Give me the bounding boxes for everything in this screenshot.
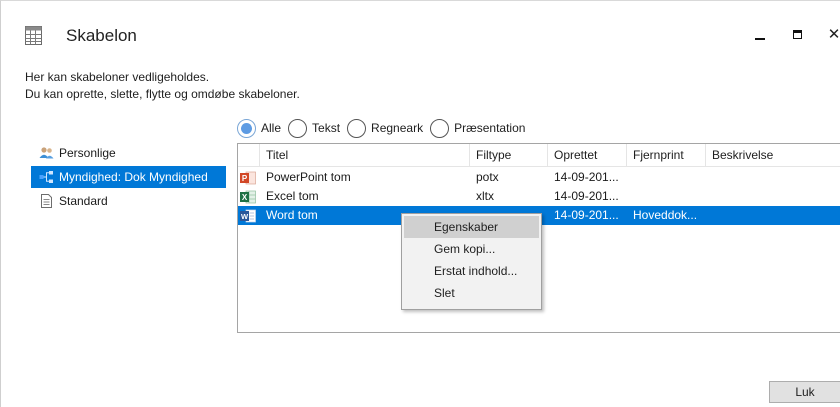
row-filetype: potx bbox=[476, 170, 499, 184]
column-header-titel[interactable]: Titel bbox=[260, 144, 470, 167]
intro-line-2: Du kan oprette, slette, flytte og omdøbe… bbox=[25, 87, 300, 101]
minimize-icon bbox=[755, 38, 765, 40]
table-row[interactable]: P PowerPoint tom potx 14-09-201... bbox=[238, 168, 840, 187]
svg-text:X: X bbox=[242, 193, 248, 202]
row-title: PowerPoint tom bbox=[266, 170, 351, 184]
excel-icon: X bbox=[238, 187, 260, 206]
tree-item-label: Standard bbox=[59, 194, 108, 208]
maximize-icon bbox=[792, 29, 802, 39]
filter-radio-alle[interactable]: Alle bbox=[237, 118, 284, 138]
column-header-beskrivelse[interactable]: Beskrivelse bbox=[706, 144, 840, 167]
maximize-button[interactable] bbox=[788, 25, 806, 43]
template-category-tree: Personlige Myndighed: Dok Myndighed Stan… bbox=[31, 142, 226, 214]
column-header-icon[interactable] bbox=[238, 144, 260, 167]
context-menu: Egenskaber Gem kopi... Erstat indhold...… bbox=[401, 213, 542, 310]
word-icon: W bbox=[238, 206, 260, 225]
row-remote-print bbox=[627, 168, 706, 187]
row-filetype: xltx bbox=[476, 189, 494, 203]
template-dialog: Skabelon ✕ Her kan skabeloner vedligehol… bbox=[0, 0, 840, 407]
row-created: 14-09-201... bbox=[554, 208, 619, 222]
row-created: 14-09-201... bbox=[554, 170, 619, 184]
row-description bbox=[706, 206, 840, 225]
radio-unchecked-icon[interactable] bbox=[430, 118, 450, 138]
radio-unchecked-icon[interactable] bbox=[288, 118, 308, 138]
intro-text: Her kan skabeloner vedligeholdes. Du kan… bbox=[25, 69, 300, 103]
column-header-filtype[interactable]: Filtype bbox=[470, 144, 548, 167]
tree-item-standard[interactable]: Standard bbox=[31, 190, 226, 212]
window-title: Skabelon bbox=[66, 26, 137, 45]
filter-label: Præsentation bbox=[454, 121, 526, 135]
minimize-button[interactable] bbox=[751, 25, 769, 43]
svg-text:W: W bbox=[241, 212, 249, 221]
filter-radio-regneark[interactable]: Regneark bbox=[347, 118, 426, 138]
close-icon: ✕ bbox=[827, 26, 840, 43]
filter-label: Regneark bbox=[371, 121, 424, 135]
tree-item-personlige[interactable]: Personlige bbox=[31, 142, 226, 164]
row-remote-print: Hoveddok... bbox=[633, 208, 698, 222]
powerpoint-icon: P bbox=[238, 168, 260, 187]
title-bar: Skabelon ✕ bbox=[1, 1, 840, 53]
close-window-button[interactable]: ✕ bbox=[825, 25, 840, 43]
menu-item-gem-kopi[interactable]: Gem kopi... bbox=[404, 238, 539, 260]
tree-item-label: Myndighed: Dok Myndighed bbox=[59, 170, 208, 184]
column-header-fjernprint[interactable]: Fjernprint bbox=[627, 144, 706, 167]
radio-unchecked-icon[interactable] bbox=[347, 118, 367, 138]
svg-text:P: P bbox=[242, 174, 248, 183]
tree-item-label: Personlige bbox=[59, 146, 116, 160]
column-headers: Titel Filtype Oprettet Fjernprint Beskri… bbox=[238, 144, 840, 167]
luk-button[interactable]: Luk bbox=[769, 381, 840, 403]
radio-checked-icon[interactable] bbox=[237, 118, 256, 138]
users-icon bbox=[39, 146, 54, 160]
filter-radio-tekst[interactable]: Tekst bbox=[288, 118, 343, 138]
tree-item-myndighed[interactable]: Myndighed: Dok Myndighed bbox=[31, 166, 226, 188]
file-type-filter: Alle Tekst Regneark Præsentation bbox=[237, 118, 532, 138]
filter-radio-praesentation[interactable]: Præsentation bbox=[430, 118, 528, 138]
intro-line-1: Her kan skabeloner vedligeholdes. bbox=[25, 70, 210, 84]
document-icon bbox=[39, 194, 54, 208]
filter-label: Tekst bbox=[312, 121, 341, 135]
row-title: Excel tom bbox=[266, 189, 319, 203]
org-network-icon bbox=[39, 170, 54, 184]
row-created: 14-09-201... bbox=[554, 189, 619, 203]
menu-item-slet[interactable]: Slet bbox=[404, 282, 539, 304]
menu-item-egenskaber[interactable]: Egenskaber bbox=[404, 216, 539, 238]
table-row[interactable]: X Excel tom xltx 14-09-201... bbox=[238, 187, 840, 206]
column-header-oprettet[interactable]: Oprettet bbox=[548, 144, 627, 167]
row-description bbox=[706, 187, 840, 206]
row-description bbox=[706, 168, 840, 187]
template-grid-icon bbox=[25, 26, 42, 45]
menu-item-erstat-indhold[interactable]: Erstat indhold... bbox=[404, 260, 539, 282]
row-remote-print bbox=[627, 187, 706, 206]
filter-label: Alle bbox=[261, 121, 282, 135]
